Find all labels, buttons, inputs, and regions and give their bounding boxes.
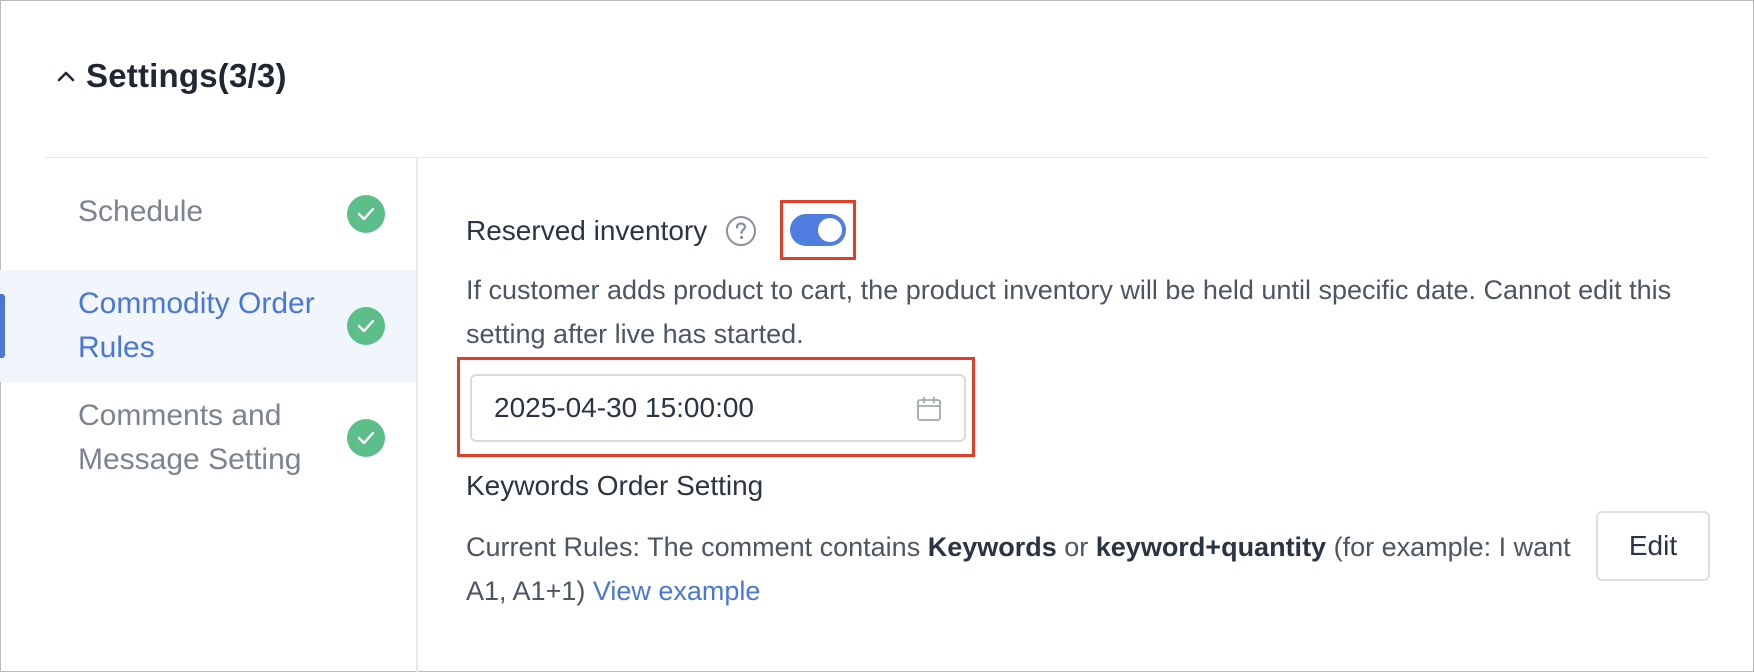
reserve-until-date-input[interactable]: 2025-04-30 15:00:00 bbox=[470, 374, 966, 442]
sidebar-item-commodity-order-rules[interactable]: Commodity Order Rules bbox=[0, 270, 416, 382]
rules-or: or bbox=[1056, 532, 1096, 562]
rules-prefix: Current Rules: The comment contains bbox=[466, 532, 928, 562]
edit-rules-button[interactable]: Edit bbox=[1596, 511, 1710, 581]
reserved-inventory-toggle[interactable] bbox=[790, 214, 846, 246]
date-highlight: 2025-04-30 15:00:00 bbox=[457, 357, 975, 457]
toggle-highlight bbox=[780, 200, 856, 260]
reserved-inventory-row: Reserved inventory bbox=[466, 200, 856, 260]
check-circle-icon bbox=[347, 195, 385, 233]
sidebar-item-schedule[interactable]: Schedule bbox=[0, 158, 416, 270]
keywords-order-setting-title: Keywords Order Setting bbox=[466, 470, 764, 501]
rules-keyword-keywords: Keywords bbox=[927, 532, 1057, 562]
sidebar-item-label: Comments and Message Setting bbox=[78, 399, 302, 476]
sidebar-item-comments-and-message-setting[interactable]: Comments and Message Setting bbox=[0, 382, 416, 494]
check-circle-icon bbox=[347, 307, 385, 345]
view-example-link[interactable]: View example bbox=[593, 576, 761, 606]
date-value: 2025-04-30 15:00:00 bbox=[494, 392, 754, 423]
settings-header[interactable]: Settings(3/3) bbox=[56, 52, 287, 100]
calendar-icon[interactable] bbox=[916, 396, 942, 429]
check-circle-icon bbox=[347, 419, 385, 457]
page-title: Settings(3/3) bbox=[86, 57, 287, 94]
sidebar-item-label: Schedule bbox=[78, 195, 204, 228]
active-indicator bbox=[0, 294, 5, 358]
chevron-up-icon[interactable] bbox=[56, 69, 76, 83]
rules-keyword-quantity: keyword+quantity bbox=[1095, 532, 1327, 562]
question-circle-icon[interactable] bbox=[725, 215, 757, 247]
current-rules-text: Current Rules: The comment contains Keyw… bbox=[466, 525, 1576, 613]
sidebar-divider bbox=[416, 158, 418, 672]
sidebar-item-label: Commodity Order Rules bbox=[78, 287, 315, 364]
toggle-knob bbox=[818, 218, 842, 242]
reserved-inventory-description: If customer adds product to cart, the pr… bbox=[466, 275, 1672, 349]
reserved-inventory-label: Reserved inventory bbox=[466, 215, 708, 246]
